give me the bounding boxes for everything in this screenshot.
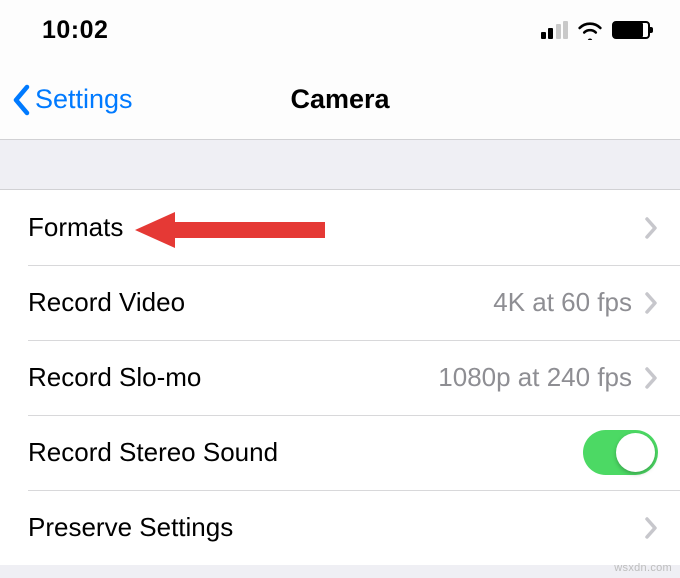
chevron-left-icon	[12, 84, 31, 116]
cellular-signal-icon	[541, 21, 569, 39]
back-label: Settings	[35, 84, 133, 115]
settings-list: Formats Record Video 4K at 60 fps Record…	[0, 190, 680, 565]
row-label: Record Video	[28, 287, 185, 318]
row-label: Record Slo-mo	[28, 362, 201, 393]
row-label: Record Stereo Sound	[28, 437, 278, 468]
status-time: 10:02	[42, 16, 108, 45]
row-value: 1080p at 240 fps	[438, 362, 632, 393]
chevron-right-icon	[644, 516, 658, 540]
status-bar: 10:02	[0, 0, 680, 60]
row-stereo-sound: Record Stereo Sound	[0, 415, 680, 490]
nav-bar: Settings Camera	[0, 60, 680, 140]
row-preserve-settings[interactable]: Preserve Settings	[0, 490, 680, 565]
status-icons	[541, 21, 651, 40]
row-label: Formats	[28, 212, 123, 243]
stereo-sound-toggle[interactable]	[583, 430, 658, 475]
battery-icon	[612, 21, 650, 39]
section-spacer	[0, 140, 680, 190]
row-value: 4K at 60 fps	[493, 287, 632, 318]
chevron-right-icon	[644, 291, 658, 315]
row-record-video[interactable]: Record Video 4K at 60 fps	[0, 265, 680, 340]
chevron-right-icon	[644, 366, 658, 390]
row-label: Preserve Settings	[28, 512, 233, 543]
watermark: wsxdn.com	[614, 562, 672, 574]
page-title: Camera	[290, 84, 389, 115]
back-button[interactable]: Settings	[12, 84, 133, 116]
chevron-right-icon	[644, 216, 658, 240]
row-formats[interactable]: Formats	[0, 190, 680, 265]
wifi-icon	[577, 21, 603, 40]
row-record-slomo[interactable]: Record Slo-mo 1080p at 240 fps	[0, 340, 680, 415]
